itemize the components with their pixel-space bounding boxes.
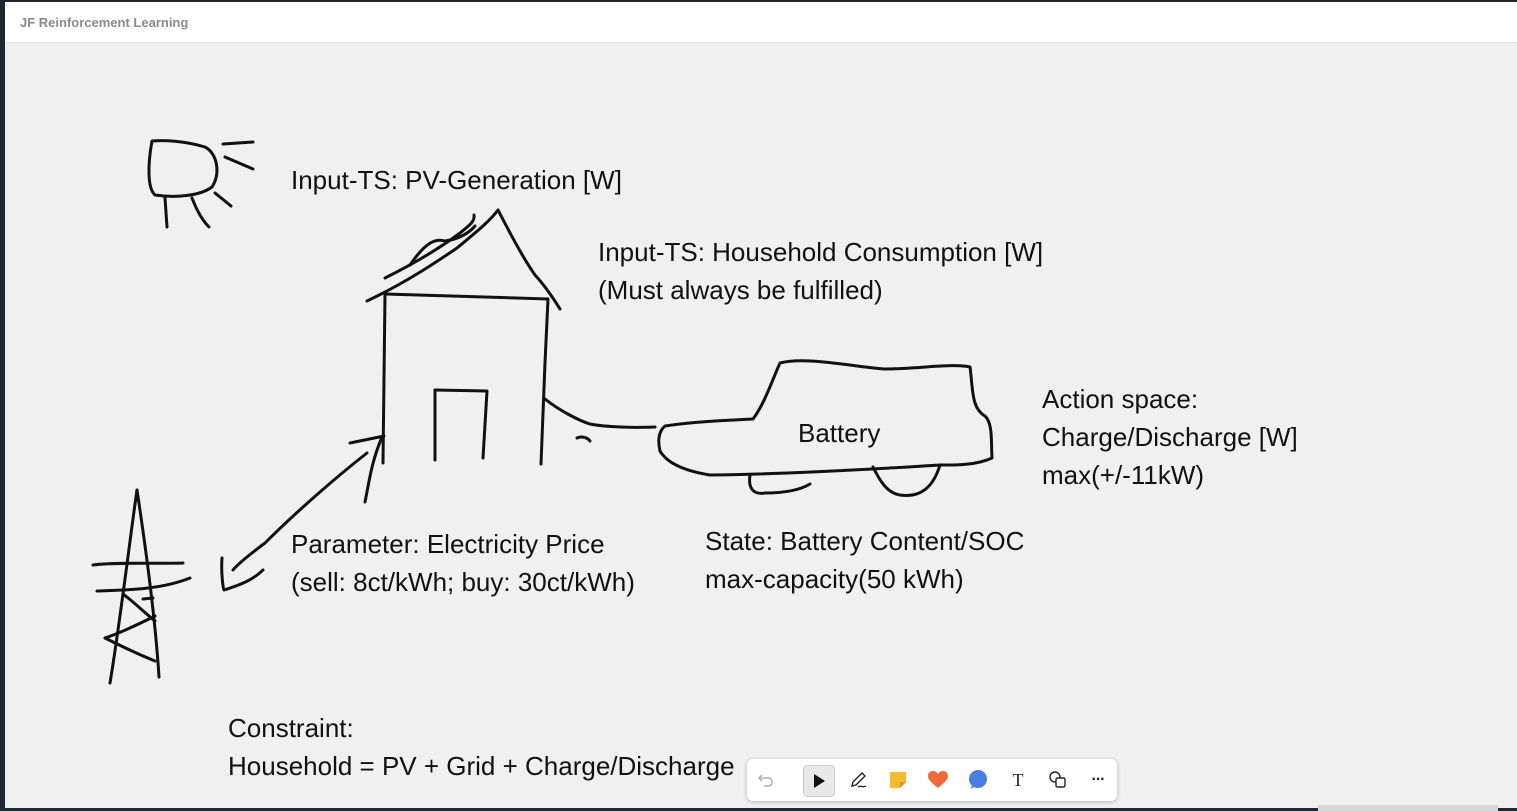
pv-generation-label: Input-TS: PV-Generation [W] (291, 165, 622, 195)
household-note-label: (Must always be fulfilled) (598, 275, 883, 305)
constraint-equation: Household = PV + Grid + Charge/Discharge (228, 751, 735, 781)
action-space-title: Action space: (1042, 384, 1199, 414)
action-space-charge: Charge/Discharge [W] (1042, 422, 1298, 452)
undo-icon (757, 774, 773, 787)
electricity-price-title: Parameter: Electricity Price (291, 529, 605, 559)
pen-tool-button[interactable] (843, 765, 873, 795)
comment-icon (969, 770, 987, 789)
window-title: JF Reinforcement Learning (20, 15, 189, 30)
reaction-heart-icon (928, 771, 948, 788)
reaction-button[interactable] (923, 765, 953, 795)
more-options-button[interactable]: ··· (1083, 765, 1113, 795)
select-tool-button[interactable] (803, 765, 835, 797)
comment-button[interactable] (963, 765, 993, 795)
horizontal-scrollbar[interactable] (1318, 805, 1498, 811)
state-capacity: max-capacity(50 kWh) (705, 564, 964, 594)
text-tool-button[interactable]: T (1003, 765, 1033, 795)
battery-label: Battery (798, 418, 881, 448)
constraint-title: Constraint: (228, 713, 354, 743)
power-pylon-drawing (91, 488, 192, 685)
shapes-tool-button[interactable] (1043, 765, 1073, 795)
household-consumption-label: Input-TS: Household Consumption [W] (598, 237, 1044, 267)
app-window: JF Reinforcement Learning Input-TS: PV-G… (5, 2, 1517, 808)
select-icon (814, 774, 825, 788)
state-title: State: Battery Content/SOC (705, 526, 1025, 556)
more-icon: ··· (1091, 771, 1106, 788)
sticky-note-button[interactable] (883, 765, 913, 795)
shapes-icon (1049, 771, 1066, 788)
title-bar: JF Reinforcement Learning (5, 2, 1517, 43)
sticky-note-icon (890, 772, 906, 788)
undo-button[interactable] (751, 765, 781, 795)
electricity-price-values: (sell: 8ct/kWh; buy: 30ct/kWh) (291, 567, 635, 597)
text-icon: T (1012, 769, 1024, 790)
drawing-toolbar: T ··· (747, 759, 1117, 801)
pen-icon (851, 772, 867, 788)
action-space-max: max(+/-11kW) (1042, 460, 1205, 490)
sun-drawing (147, 139, 255, 229)
whiteboard-canvas[interactable]: Input-TS: PV-Generation [W] Input-TS: Ho… (5, 43, 1517, 808)
